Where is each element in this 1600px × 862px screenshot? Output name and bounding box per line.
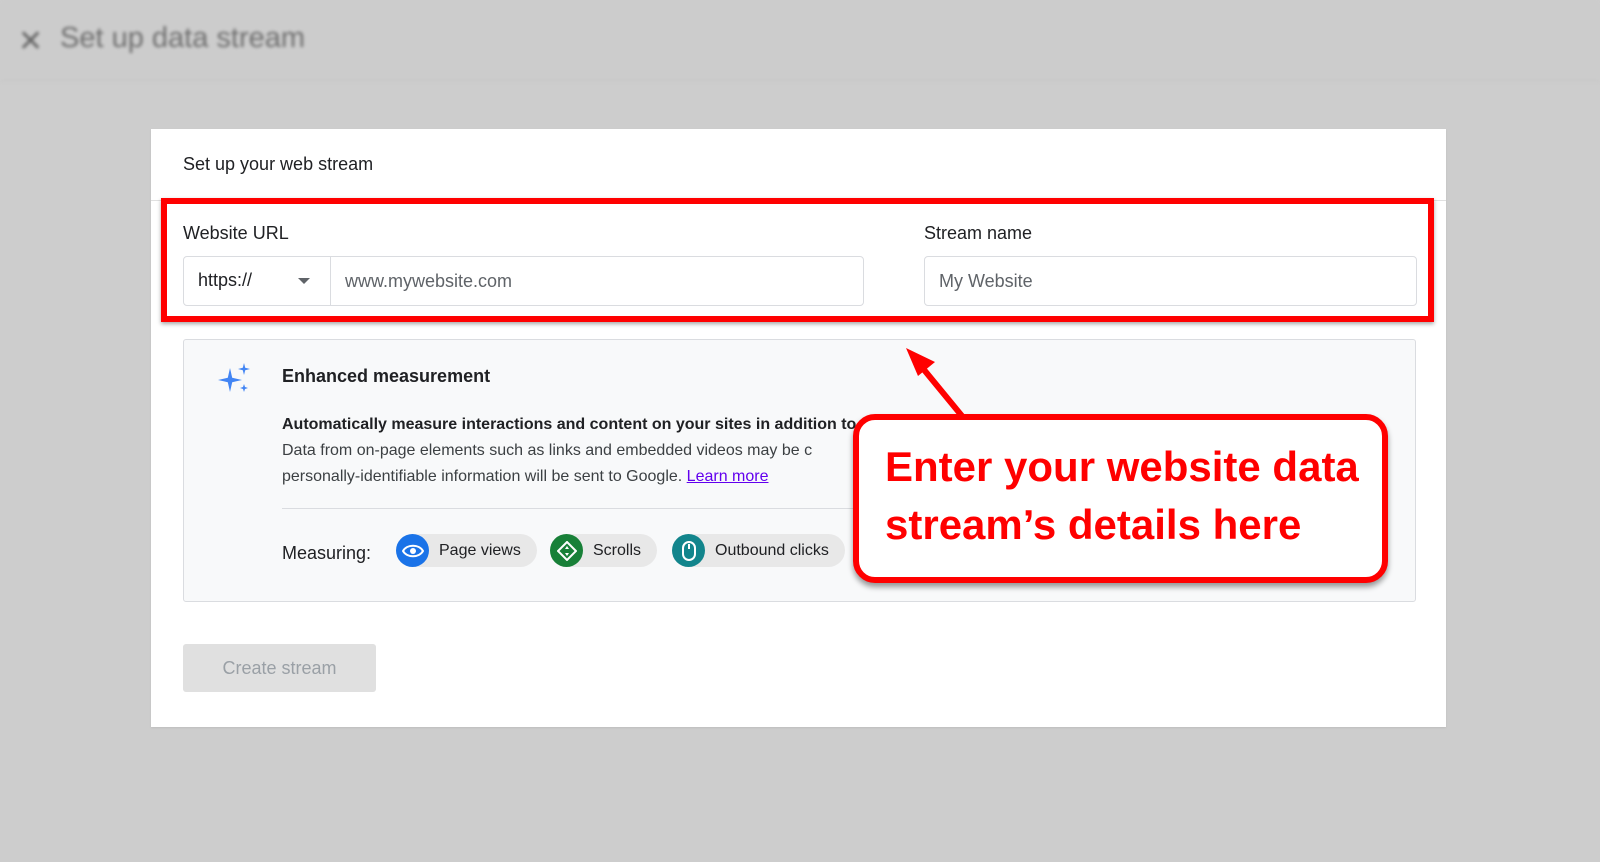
chip-scrolls[interactable]: Scrolls xyxy=(550,534,658,567)
annotation-text: Enter your website data stream’s details… xyxy=(885,438,1359,554)
chip-outbound-clicks[interactable]: Outbound clicks xyxy=(672,534,845,567)
enhanced-measurement-title: Enhanced measurement xyxy=(282,366,491,386)
close-icon[interactable]: ✕ xyxy=(18,24,43,59)
measuring-label: Measuring: xyxy=(282,543,372,563)
annotation-callout: Enter your website data stream’s details… xyxy=(853,414,1388,583)
highlight-box xyxy=(161,198,1434,322)
sparkle-icon xyxy=(218,363,250,392)
description-line-text: personally-identifiable information will… xyxy=(282,468,683,485)
annotation-line-2: stream’s details here xyxy=(885,501,1302,548)
eye-icon xyxy=(396,534,429,567)
scroll-icon xyxy=(550,534,583,567)
chip-label: Page views xyxy=(439,541,521,559)
chip-page-views[interactable]: Page views xyxy=(396,534,537,567)
chip-label: Scrolls xyxy=(593,541,642,559)
learn-more-link[interactable]: Learn more xyxy=(687,468,769,485)
card-title: Set up your web stream xyxy=(183,154,374,174)
top-bar: ✕ Set up data stream xyxy=(0,0,1600,81)
mouse-icon xyxy=(672,534,705,567)
page-title: Set up data stream xyxy=(60,22,306,54)
annotation-line-1: Enter your website data xyxy=(885,443,1359,490)
chip-label: Outbound clicks xyxy=(715,541,829,559)
create-stream-button[interactable]: Create stream xyxy=(183,644,376,692)
